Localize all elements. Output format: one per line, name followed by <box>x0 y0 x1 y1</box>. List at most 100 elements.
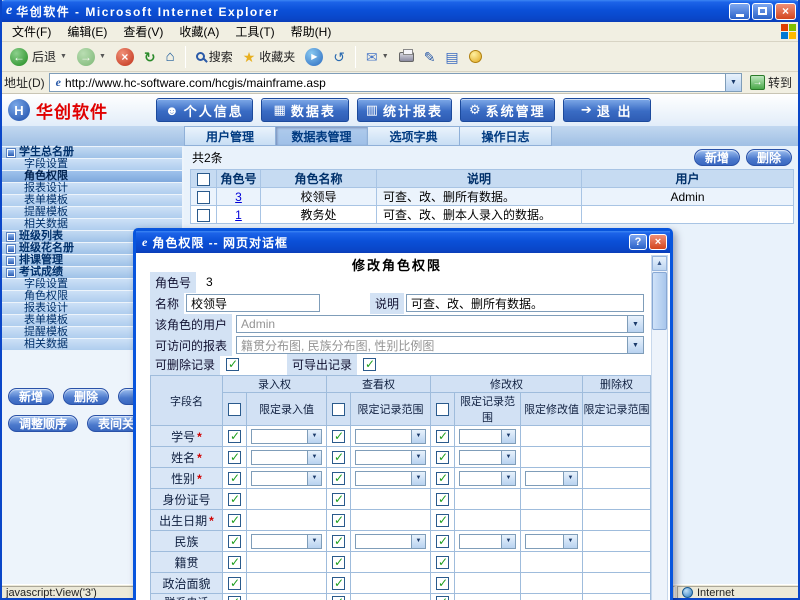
perm-checkbox[interactable] <box>228 429 241 443</box>
menu-help[interactable]: 帮助(H) <box>283 21 340 42</box>
perm-checkbox[interactable] <box>332 595 345 600</box>
nav-personal-info-button[interactable]: ☻ 个人信息 <box>156 98 253 122</box>
perm-checkbox[interactable] <box>436 534 449 548</box>
limit-select[interactable] <box>525 470 579 486</box>
perm-checkbox[interactable] <box>228 534 241 548</box>
tab-datatable-management[interactable]: 数据表管理 <box>276 126 368 146</box>
back-button[interactable]: ← 后退 ▼ <box>6 46 71 68</box>
dialog-close-button[interactable]: × <box>649 234 667 250</box>
limit-select[interactable] <box>251 449 322 465</box>
nav-system-admin-button[interactable]: ⚙ 系统管理 <box>460 98 555 122</box>
perm-checkbox[interactable] <box>436 513 449 527</box>
chevron-down-icon[interactable]: ▼ <box>627 337 643 353</box>
messenger-button[interactable] <box>465 48 486 65</box>
search-button[interactable]: 搜索 <box>192 46 237 67</box>
limit-select[interactable] <box>459 428 516 444</box>
sidebar-item[interactable]: 角色权限 <box>2 171 182 182</box>
tab-operation-log[interactable]: 操作日志 <box>460 126 552 146</box>
perm-checkbox[interactable] <box>228 576 241 590</box>
nav-report-button[interactable]: ▥ 统计报表 <box>356 98 453 122</box>
sidebar-reorder-button[interactable]: 调整顺序 <box>8 415 79 432</box>
sidebar-item[interactable]: 字段设置 <box>2 159 182 170</box>
discuss-button[interactable]: ▤ <box>441 48 462 66</box>
address-input[interactable]: e http://www.hc-software.com/hcgis/mainf… <box>48 73 742 92</box>
perm-checkbox[interactable] <box>436 576 449 590</box>
perm-checkbox[interactable] <box>332 450 345 464</box>
nav-exit-button[interactable]: ➔ 退 出 <box>562 98 651 122</box>
menu-view[interactable]: 查看(V) <box>115 21 171 42</box>
print-button[interactable] <box>395 48 418 64</box>
go-button[interactable]: → 转到 <box>746 74 796 91</box>
menu-edit[interactable]: 编辑(E) <box>59 21 115 42</box>
chevron-down-icon[interactable]: ▼ <box>382 53 389 60</box>
sidebar-item[interactable]: 学生总名册 <box>2 147 182 158</box>
menu-file[interactable]: 文件(F) <box>4 21 59 42</box>
perm-checkbox[interactable] <box>332 576 345 590</box>
perm-checkbox[interactable] <box>332 513 345 527</box>
tab-option-dictionary[interactable]: 选项字典 <box>368 126 460 146</box>
media-button[interactable]: ▶ <box>301 46 327 68</box>
menu-favorites[interactable]: 收藏(A) <box>171 21 227 42</box>
address-dropdown-icon[interactable]: ▼ <box>724 74 741 91</box>
perm-checkbox[interactable] <box>436 595 449 600</box>
edit-button[interactable]: ✎ <box>420 48 440 66</box>
chevron-down-icon[interactable]: ▼ <box>99 53 106 60</box>
perm-checkbox[interactable] <box>228 513 241 527</box>
perm-checkbox[interactable] <box>332 429 345 443</box>
sidebar-add-button[interactable]: 新增 <box>8 388 55 405</box>
reports-combo[interactable]: 籍贯分布图, 民族分布图, 性别比例图 ▼ <box>236 336 644 354</box>
chevron-down-icon[interactable]: ▼ <box>627 316 643 332</box>
perm-checkbox[interactable] <box>436 450 449 464</box>
tab-user-management[interactable]: 用户管理 <box>184 126 276 146</box>
stop-button[interactable]: × <box>112 46 138 68</box>
perm-checkbox[interactable] <box>228 595 241 600</box>
sidebar-item[interactable]: 报表设计 <box>2 183 182 194</box>
scroll-up-icon[interactable]: ▲ <box>652 256 667 271</box>
perm-checkbox[interactable] <box>332 471 345 485</box>
limit-select[interactable] <box>355 533 426 549</box>
role-delete-button[interactable]: 删除 <box>745 149 792 166</box>
chevron-down-icon[interactable]: ▼ <box>60 53 67 60</box>
menu-tools[interactable]: 工具(T) <box>227 21 282 42</box>
perm-checkbox[interactable] <box>332 492 345 506</box>
home-button[interactable]: ⌂ <box>162 48 179 66</box>
limit-select[interactable] <box>459 470 516 486</box>
perm-checkbox[interactable] <box>436 492 449 506</box>
limit-select[interactable] <box>525 533 579 549</box>
nav-data-tables-button[interactable]: ▦ 数据表 <box>260 98 349 122</box>
select-all-checkbox[interactable] <box>332 402 345 416</box>
role-name-input[interactable]: 校领导 <box>186 294 321 312</box>
perm-checkbox[interactable] <box>332 534 345 548</box>
can-export-checkbox[interactable] <box>363 357 377 371</box>
role-id-link[interactable]: 3 <box>235 190 242 204</box>
sidebar-item[interactable]: 表单模板 <box>2 195 182 206</box>
limit-select[interactable] <box>251 533 322 549</box>
perm-checkbox[interactable] <box>436 555 449 569</box>
role-id-link[interactable]: 1 <box>235 208 242 222</box>
refresh-button[interactable]: ↻ <box>140 48 160 66</box>
history-button[interactable]: ↺ <box>329 48 349 66</box>
row-checkbox[interactable] <box>197 208 210 222</box>
favorites-button[interactable]: ★ 收藏夹 <box>239 46 300 67</box>
mail-button[interactable]: ✉ ▼ <box>362 48 393 66</box>
limit-select[interactable] <box>459 449 516 465</box>
scrollbar-thumb[interactable] <box>652 272 667 330</box>
row-checkbox[interactable] <box>197 190 210 204</box>
maximize-button[interactable] <box>752 2 773 20</box>
role-add-button[interactable]: 新增 <box>693 149 740 166</box>
limit-select[interactable] <box>355 449 426 465</box>
perm-checkbox[interactable] <box>228 555 241 569</box>
select-all-checkbox[interactable] <box>436 402 449 416</box>
limit-select[interactable] <box>251 428 322 444</box>
limit-select[interactable] <box>355 470 426 486</box>
select-all-checkbox[interactable] <box>197 172 210 186</box>
address-url[interactable]: http://www.hc-software.com/hcgis/mainfra… <box>65 76 725 90</box>
perm-checkbox[interactable] <box>228 450 241 464</box>
dialog-help-button[interactable]: ? <box>629 234 647 250</box>
sidebar-item[interactable]: 提醒模板 <box>2 207 182 218</box>
limit-select[interactable] <box>251 470 322 486</box>
sidebar-delete-button[interactable]: 删除 <box>63 388 110 405</box>
perm-checkbox[interactable] <box>436 429 449 443</box>
can-delete-checkbox[interactable] <box>226 357 240 371</box>
perm-checkbox[interactable] <box>436 471 449 485</box>
